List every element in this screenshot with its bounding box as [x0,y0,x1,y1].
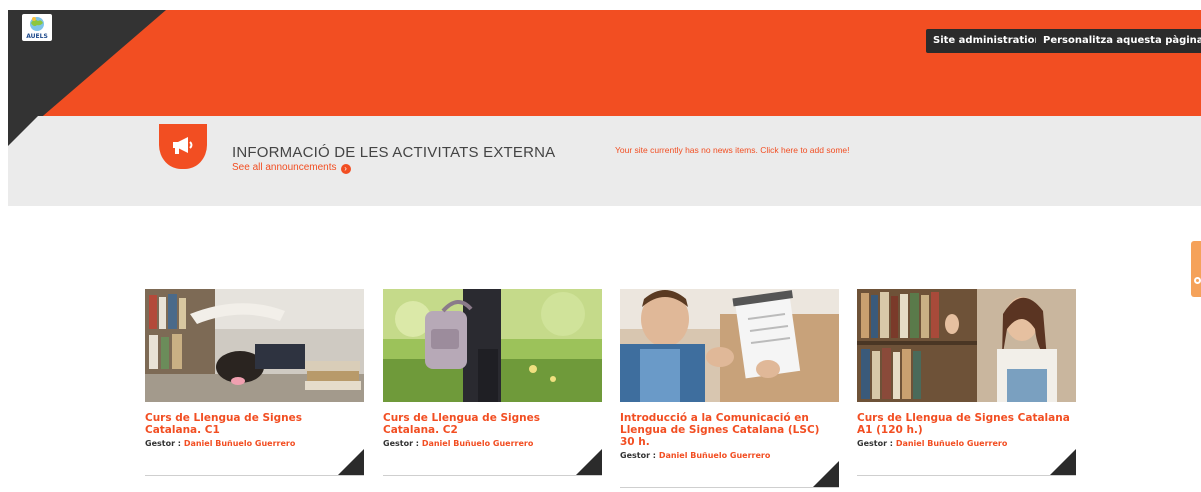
manager-label: Gestor : [383,439,420,448]
see-all-label: See all announcements [232,162,337,173]
course-card[interactable]: Introducció a la Comunicació en Llengua … [620,289,839,488]
course-image[interactable] [145,289,364,402]
card-divider [857,475,1076,476]
logo-globe-icon [30,17,44,31]
manager-name-link[interactable]: Daniel Buñuelo Guerrero [422,439,534,448]
site-logo[interactable]: AUELS [22,14,52,41]
header-banner [8,10,1201,116]
manager-label: Gestor : [857,439,894,448]
course-title-link[interactable]: Curs de Llengua de Signes Catalana. C2 [383,412,602,436]
card-corner-decoration [1050,449,1076,475]
manager-name-link[interactable]: Daniel Buñuelo Guerrero [184,439,296,448]
course-title-link[interactable]: Curs de Llengua de Signes Catalana. C1 [145,412,364,436]
no-news-message-link[interactable]: Your site currently has no news items. C… [615,145,850,155]
megaphone-icon [173,137,193,154]
page: AUELS Site administration Personalitza a… [0,0,1201,492]
course-manager: Gestor : Daniel Buñuelo Guerrero [145,439,364,448]
site-administration-button[interactable]: Site administration [926,29,1049,53]
course-photo-man-with-clipboard [620,289,839,402]
course-title-link[interactable]: Curs de Llengua de Signes Catalana A1 (1… [857,412,1076,436]
band-corner-decoration [8,116,38,146]
card-corner-decoration [813,461,839,487]
course-manager: Gestor : Daniel Buñuelo Guerrero [620,451,839,460]
course-image[interactable] [383,289,602,402]
card-corner-decoration [338,449,364,475]
course-photo-field-walker [383,289,602,402]
manager-name-link[interactable]: Daniel Buñuelo Guerrero [896,439,1008,448]
course-manager: Gestor : Daniel Buñuelo Guerrero [383,439,602,448]
chevron-right-circle-icon: › [340,164,351,174]
course-card[interactable]: Curs de Llengua de Signes Catalana. C2 G… [383,289,602,476]
manager-label: Gestor : [620,451,657,460]
course-card[interactable]: Curs de Llengua de Signes Catalana. C1 G… [145,289,364,476]
megaphone-badge [159,124,207,169]
card-corner-decoration [576,449,602,475]
manager-label: Gestor : [145,439,182,448]
customize-page-button[interactable]: Personalitza aquesta pàgina [1036,29,1201,53]
card-divider [383,475,602,476]
card-divider [620,487,839,488]
course-card[interactable]: Curs de Llengua de Signes Catalana A1 (1… [857,289,1076,476]
manager-name-link[interactable]: Daniel Buñuelo Guerrero [659,451,771,460]
course-image[interactable] [857,289,1076,402]
course-photo-library-bookshelf [857,289,1076,402]
side-drawer-tab[interactable] [1191,241,1201,297]
announcements-title: INFORMACIÓ DE LES ACTIVITATS EXTERNA [232,144,556,161]
course-image[interactable] [620,289,839,402]
course-title-link[interactable]: Introducció a la Comunicació en Llengua … [620,412,839,448]
logo-text: AUELS [26,33,48,40]
card-divider [145,475,364,476]
course-manager: Gestor : Daniel Buñuelo Guerrero [857,439,1076,448]
see-all-announcements-link[interactable]: See all announcements › [232,162,351,174]
settings-icon [1194,277,1201,284]
course-photo-library-student [145,289,364,402]
